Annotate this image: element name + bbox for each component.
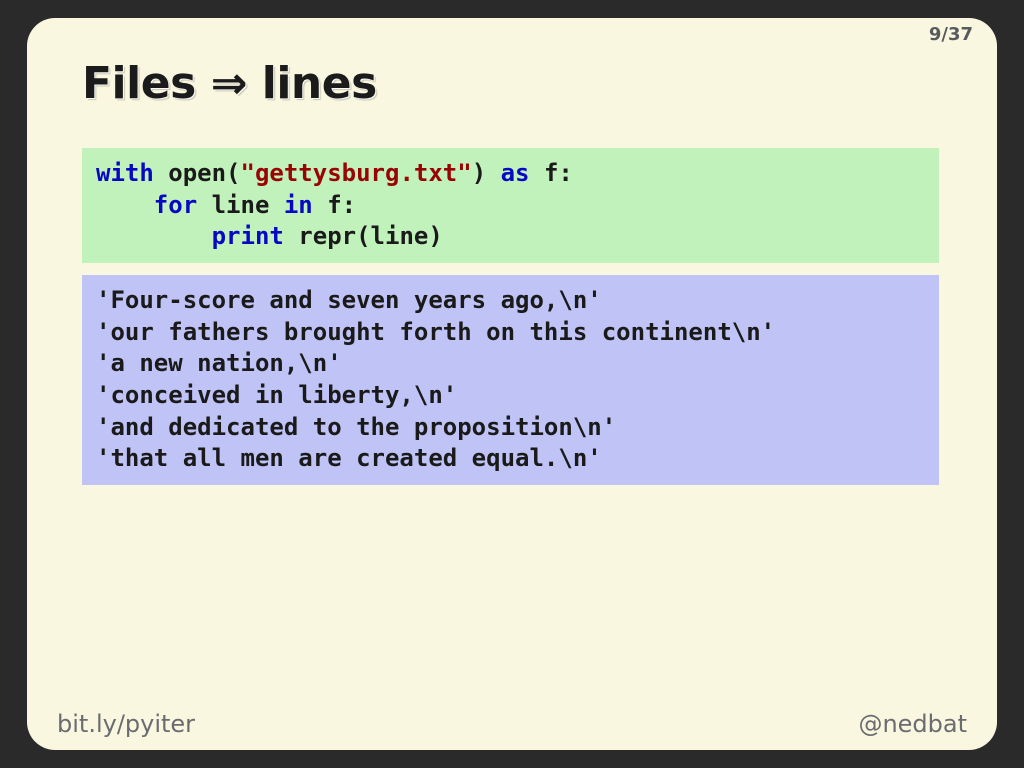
code-token: line [212, 191, 284, 219]
code-token: as [501, 159, 544, 187]
page-counter: 9/37 [929, 24, 973, 45]
code-token [96, 191, 154, 219]
code-token: open( [168, 159, 240, 187]
code-token: repr(line) [298, 222, 443, 250]
code-token: f: [327, 191, 356, 219]
footer-handle: @nedbat [858, 710, 967, 738]
code-token: f: [544, 159, 573, 187]
code-token: print [212, 222, 299, 250]
code-output-block: 'Four-score and seven years ago,\n' 'our… [82, 275, 939, 485]
slide-title: Files ⇒ lines [82, 58, 377, 109]
code-token: ) [472, 159, 501, 187]
code-token: with [96, 159, 168, 187]
code-token [96, 222, 212, 250]
code-token: in [284, 191, 327, 219]
code-token: for [154, 191, 212, 219]
footer-link: bit.ly/pyiter [57, 710, 195, 738]
code-token: "gettysburg.txt" [241, 159, 472, 187]
slide: 9/37 Files ⇒ lines with open("gettysburg… [27, 18, 997, 750]
code-input-block: with open("gettysburg.txt") as f: for li… [82, 148, 939, 263]
